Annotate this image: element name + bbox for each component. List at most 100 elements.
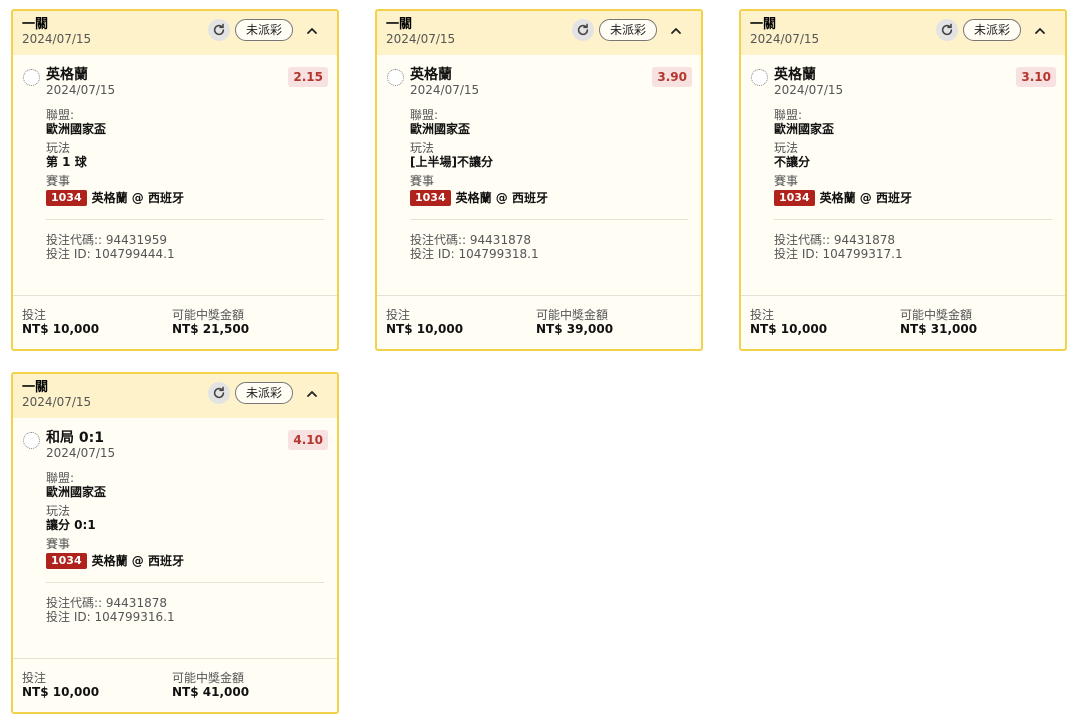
event-label: 賽事 [774,174,799,188]
payout-value: NT$ 31,000 [900,322,978,336]
event-name: 英格蘭 @ 西班牙 [819,191,912,205]
play-label: 玩法 [410,141,435,155]
league-label: 聯盟: [774,108,803,122]
refresh-icon [213,386,225,399]
bet-code: 投注代碼:: 94431878 [410,233,531,247]
chevron-up-icon [307,27,317,34]
refresh-button[interactable] [571,19,594,41]
bet-id: 投注 ID: 104799316.1 [46,610,175,624]
stake-block: 投注 NT$ 10,000 [750,309,828,337]
payout-label: 可能中獎金額 [172,308,245,322]
refresh-icon [941,23,953,36]
league-label: 聯盟: [46,108,75,122]
odds-badge: 3.90 [652,67,692,87]
event-name: 英格蘭 @ 西班牙 [91,191,184,205]
stake-value: NT$ 10,000 [22,685,100,699]
stake-value: NT$ 10,000 [750,322,828,336]
play-value: 第 1 球 [46,155,87,169]
card-body: 3.10 英格蘭 2024/07/15 聯盟: 歐洲國家盃 玩法 不讓分 賽事 … [741,55,1065,299]
event-row: 1034 英格蘭 @ 西班牙 [774,189,1065,206]
chevron-up-icon [671,27,681,34]
stake-label: 投注 [386,308,411,322]
bet-code: 投注代碼:: 94431878 [774,233,895,247]
event-number-badge: 1034 [410,189,451,206]
play-label: 玩法 [46,141,71,155]
bet-code: 投注代碼:: 94431959 [46,233,167,247]
bet-slip-grid: 一關 2024/07/15 未派彩 2.15 英格蘭 2024/07/15 聯盟… [0,0,1080,726]
event-row: 1034 英格蘭 @ 西班牙 [410,189,701,206]
refresh-icon [213,23,225,36]
collapse-button[interactable] [303,21,321,39]
league-value: 歐洲國家盃 [46,122,107,136]
stake-block: 投注 NT$ 10,000 [386,308,464,337]
payout-label: 可能中獎金額 [536,308,609,322]
league-value: 歐洲國家盃 [774,122,835,136]
card-footer: 投注 NT$ 10,000 可能中獎金額 NT$ 41,000 [13,658,337,712]
event-name: 英格蘭 @ 西班牙 [455,191,548,205]
stake-block: 投注 NT$ 10,000 [22,308,100,337]
bet-card: 一關 2024/07/15 未派彩 4.10 和局 0:1 2024/07/15… [11,372,339,714]
event-number-badge: 1034 [46,189,87,206]
status-badge: 未派彩 [598,19,657,41]
select-radio[interactable] [23,432,40,449]
bet-codes: 投注代碼:: 94431878 投注 ID: 104799317.1 [774,233,1065,261]
payout-block: 可能中獎金額 NT$ 41,000 [172,671,249,700]
header-actions: 未派彩 [571,19,685,41]
refresh-icon [577,23,589,36]
stake-value: NT$ 10,000 [22,322,100,336]
stake-label: 投注 [22,671,47,685]
bet-codes: 投注代碼:: 94431878 投注 ID: 104799318.1 [410,233,701,261]
collapse-button[interactable] [1031,21,1049,39]
event-row: 1034 英格蘭 @ 西班牙 [46,552,337,569]
league-value: 歐洲國家盃 [46,485,107,499]
card-footer: 投注 NT$ 10,000 可能中獎金額 NT$ 21,500 [13,295,337,349]
odds-badge: 3.10 [1016,67,1056,87]
bet-card: 一關 2024/07/15 未派彩 2.15 英格蘭 2024/07/15 聯盟… [11,9,339,351]
card-body: 2.15 英格蘭 2024/07/15 聯盟: 歐洲國家盃 玩法 第 1 球 賽… [13,55,337,299]
divider [46,219,324,220]
card-header: 一關 2024/07/15 未派彩 [13,11,337,55]
status-badge: 未派彩 [234,382,293,404]
stake-value: NT$ 10,000 [386,322,464,336]
select-radio[interactable] [387,69,404,86]
stake-block: 投注 NT$ 10,000 [22,671,100,700]
payout-block: 可能中獎金額 NT$ 21,500 [172,308,250,337]
bet-card: 一關 2024/07/15 未派彩 3.10 英格蘭 2024/07/15 聯盟… [739,9,1067,351]
status-badge: 未派彩 [234,19,293,41]
event-row: 1034 英格蘭 @ 西班牙 [46,189,337,206]
refresh-button[interactable] [207,19,230,41]
play-value: [上半場]不讓分 [410,155,493,169]
payout-label: 可能中獎金額 [900,308,973,322]
stake-label: 投注 [22,308,47,322]
card-header: 一關 2024/07/15 未派彩 [377,11,701,55]
payout-value: NT$ 39,000 [536,322,614,336]
divider [774,219,1052,220]
card-header: 一關 2024/07/15 未派彩 [741,11,1065,55]
bet-codes: 投注代碼:: 94431878 投注 ID: 104799316.1 [46,596,337,624]
card-body: 4.10 和局 0:1 2024/07/15 聯盟: 歐洲國家盃 玩法 讓分 0… [13,418,337,662]
select-radio[interactable] [751,69,768,86]
play-value: 不讓分 [774,155,811,169]
event-name: 英格蘭 @ 西班牙 [91,554,184,568]
refresh-button[interactable] [935,19,958,41]
collapse-button[interactable] [303,384,321,402]
bet-code: 投注代碼:: 94431878 [46,596,167,610]
payout-label: 可能中獎金額 [172,671,245,685]
bet-card: 一關 2024/07/15 未派彩 3.90 英格蘭 2024/07/15 聯盟… [375,9,703,351]
bet-codes: 投注代碼:: 94431959 投注 ID: 104799444.1 [46,233,337,261]
refresh-button[interactable] [207,382,230,404]
collapse-button[interactable] [667,21,685,39]
league-value: 歐洲國家盃 [410,122,471,136]
play-label: 玩法 [46,504,71,518]
payout-value: NT$ 21,500 [172,322,250,336]
event-label: 賽事 [46,174,71,188]
league-label: 聯盟: [410,108,439,122]
status-badge: 未派彩 [962,19,1021,41]
odds-badge: 2.15 [288,67,328,87]
select-radio[interactable] [23,69,40,86]
chevron-up-icon [307,390,317,397]
card-footer: 投注 NT$ 10,000 可能中獎金額 NT$ 31,000 [741,295,1065,349]
chevron-up-icon [1035,27,1045,34]
odds-badge: 4.10 [288,430,328,450]
bet-id: 投注 ID: 104799318.1 [410,247,539,261]
